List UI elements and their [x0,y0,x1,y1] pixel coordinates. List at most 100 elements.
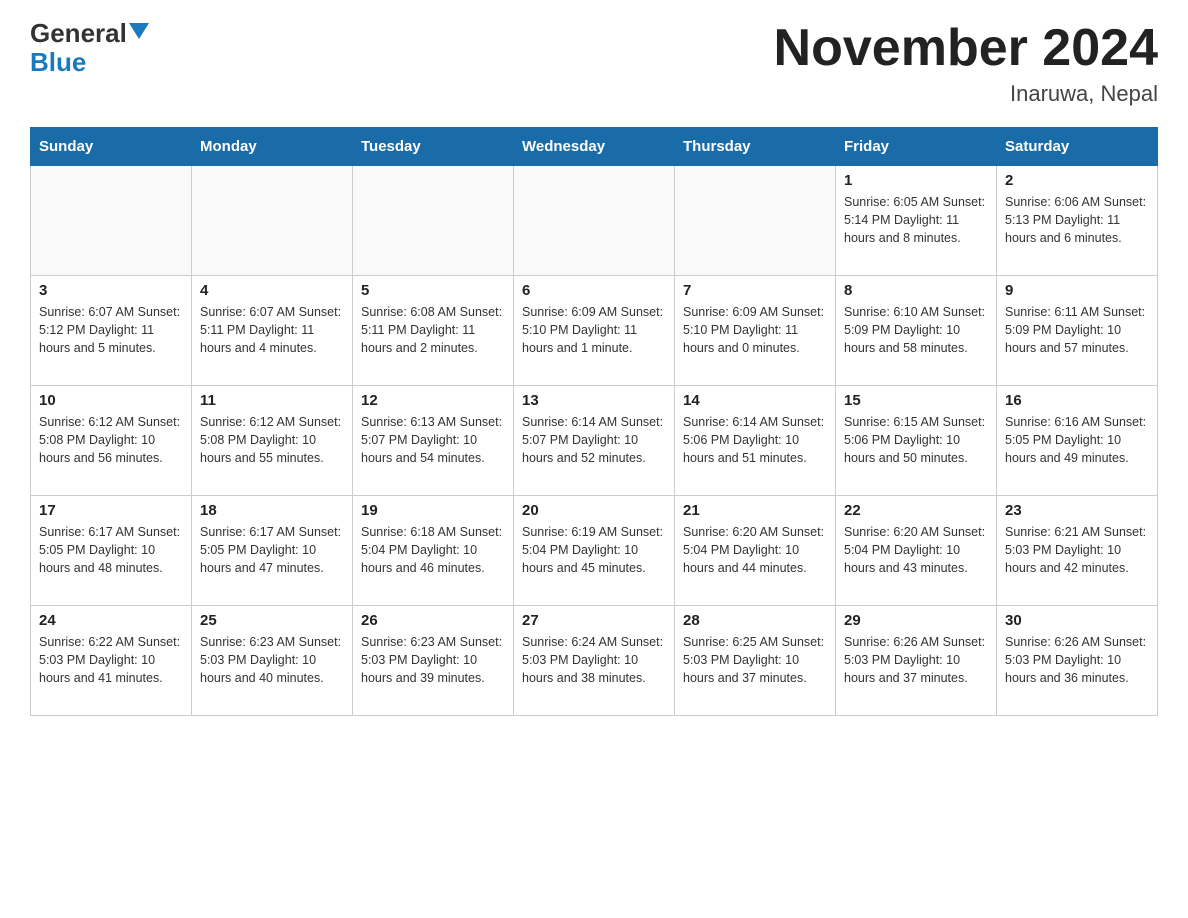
calendar-cell: 5 Sunrise: 6:08 AM Sunset: 5:11 PM Daylig… [353,276,514,386]
day-number: 6 [522,282,666,299]
day-info: Sunrise: 6:12 AM Sunset: 5:08 PM Dayligh… [200,413,344,467]
calendar-cell: 10 Sunrise: 6:12 AM Sunset: 5:08 PM Dayli… [31,386,192,496]
day-header-sunday: Sunday [31,128,192,166]
day-number: 8 [844,282,988,299]
calendar-cell: 24 Sunrise: 6:22 AM Sunset: 5:03 PM Dayli… [31,606,192,716]
title-area: November 2024 Inaruwa, Nepal [774,20,1158,107]
day-info: Sunrise: 6:20 AM Sunset: 5:04 PM Dayligh… [844,523,988,577]
day-header-tuesday: Tuesday [353,128,514,166]
day-info: Sunrise: 6:26 AM Sunset: 5:03 PM Dayligh… [1005,633,1149,687]
day-info: Sunrise: 6:23 AM Sunset: 5:03 PM Dayligh… [361,633,505,687]
calendar-cell [353,166,514,276]
day-number: 9 [1005,282,1149,299]
day-info: Sunrise: 6:12 AM Sunset: 5:08 PM Dayligh… [39,413,183,467]
calendar-cell: 11 Sunrise: 6:12 AM Sunset: 5:08 PM Dayli… [192,386,353,496]
calendar-cell [514,166,675,276]
calendar-cell: 13Sunrise: 6:14 AM Sunset: 5:07 PM Dayli… [514,386,675,496]
calendar-week-row: 3 Sunrise: 6:07 AM Sunset: 5:12 PM Daylig… [31,276,1158,386]
day-header-thursday: Thursday [675,128,836,166]
day-header-friday: Friday [836,128,997,166]
day-info: Sunrise: 6:05 AM Sunset: 5:14 PM Dayligh… [844,193,988,247]
calendar-week-row: 17 Sunrise: 6:17 AM Sunset: 5:05 PM Dayli… [31,496,1158,606]
calendar-cell: 14 Sunrise: 6:14 AM Sunset: 5:06 PM Dayli… [675,386,836,496]
day-number: 16 [1005,392,1149,409]
calendar-cell: 16 Sunrise: 6:16 AM Sunset: 5:05 PM Dayli… [997,386,1158,496]
calendar-cell: 3 Sunrise: 6:07 AM Sunset: 5:12 PM Daylig… [31,276,192,386]
day-number: 28 [683,612,827,629]
day-number: 5 [361,282,505,299]
location-subtitle: Inaruwa, Nepal [774,81,1158,107]
day-number: 20 [522,502,666,519]
logo: General Blue [30,20,149,75]
day-info: Sunrise: 6:25 AM Sunset: 5:03 PM Dayligh… [683,633,827,687]
day-number: 30 [1005,612,1149,629]
day-number: 24 [39,612,183,629]
day-header-wednesday: Wednesday [514,128,675,166]
calendar-table: SundayMondayTuesdayWednesdayThursdayFrid… [30,127,1158,716]
calendar-week-row: 24 Sunrise: 6:22 AM Sunset: 5:03 PM Dayli… [31,606,1158,716]
day-header-monday: Monday [192,128,353,166]
calendar-cell: 22 Sunrise: 6:20 AM Sunset: 5:04 PM Dayli… [836,496,997,606]
calendar-cell: 21 Sunrise: 6:20 AM Sunset: 5:04 PM Dayli… [675,496,836,606]
day-info: Sunrise: 6:13 AM Sunset: 5:07 PM Dayligh… [361,413,505,467]
calendar-cell: 26 Sunrise: 6:23 AM Sunset: 5:03 PM Dayli… [353,606,514,716]
calendar-cell: 20Sunrise: 6:19 AM Sunset: 5:04 PM Dayli… [514,496,675,606]
day-info: Sunrise: 6:23 AM Sunset: 5:03 PM Dayligh… [200,633,344,687]
day-info: Sunrise: 6:17 AM Sunset: 5:05 PM Dayligh… [200,523,344,577]
day-number: 12 [361,392,505,409]
calendar-cell: 7 Sunrise: 6:09 AM Sunset: 5:10 PM Daylig… [675,276,836,386]
day-number: 18 [200,502,344,519]
day-info: Sunrise: 6:18 AM Sunset: 5:04 PM Dayligh… [361,523,505,577]
day-number: 10 [39,392,183,409]
day-number: 7 [683,282,827,299]
day-info: Sunrise: 6:20 AM Sunset: 5:04 PM Dayligh… [683,523,827,577]
day-number: 1 [844,172,988,189]
calendar-header-row: SundayMondayTuesdayWednesdayThursdayFrid… [31,128,1158,166]
month-title: November 2024 [774,20,1158,77]
day-number: 29 [844,612,988,629]
calendar-cell: 23Sunrise: 6:21 AM Sunset: 5:03 PM Dayli… [997,496,1158,606]
day-info: Sunrise: 6:22 AM Sunset: 5:03 PM Dayligh… [39,633,183,687]
calendar-cell [31,166,192,276]
day-info: Sunrise: 6:07 AM Sunset: 5:11 PM Dayligh… [200,303,344,357]
day-info: Sunrise: 6:06 AM Sunset: 5:13 PM Dayligh… [1005,193,1149,247]
day-info: Sunrise: 6:08 AM Sunset: 5:11 PM Dayligh… [361,303,505,357]
logo-line1: General [30,20,149,47]
day-number: 3 [39,282,183,299]
calendar-week-row: 10 Sunrise: 6:12 AM Sunset: 5:08 PM Dayli… [31,386,1158,496]
calendar-cell: 25 Sunrise: 6:23 AM Sunset: 5:03 PM Dayli… [192,606,353,716]
day-info: Sunrise: 6:17 AM Sunset: 5:05 PM Dayligh… [39,523,183,577]
day-number: 17 [39,502,183,519]
day-info: Sunrise: 6:11 AM Sunset: 5:09 PM Dayligh… [1005,303,1149,357]
day-number: 25 [200,612,344,629]
day-info: Sunrise: 6:10 AM Sunset: 5:09 PM Dayligh… [844,303,988,357]
calendar-cell: 27Sunrise: 6:24 AM Sunset: 5:03 PM Dayli… [514,606,675,716]
calendar-cell: 19Sunrise: 6:18 AM Sunset: 5:04 PM Dayli… [353,496,514,606]
calendar-cell: 29 Sunrise: 6:26 AM Sunset: 5:03 PM Dayli… [836,606,997,716]
day-number: 22 [844,502,988,519]
calendar-cell: 9 Sunrise: 6:11 AM Sunset: 5:09 PM Daylig… [997,276,1158,386]
calendar-cell: 30 Sunrise: 6:26 AM Sunset: 5:03 PM Dayli… [997,606,1158,716]
day-number: 14 [683,392,827,409]
day-info: Sunrise: 6:14 AM Sunset: 5:07 PM Dayligh… [522,413,666,467]
day-header-saturday: Saturday [997,128,1158,166]
calendar-week-row: 1 Sunrise: 6:05 AM Sunset: 5:14 PM Daylig… [31,166,1158,276]
calendar-cell: 6 Sunrise: 6:09 AM Sunset: 5:10 PM Daylig… [514,276,675,386]
day-info: Sunrise: 6:14 AM Sunset: 5:06 PM Dayligh… [683,413,827,467]
calendar-cell: 18 Sunrise: 6:17 AM Sunset: 5:05 PM Dayli… [192,496,353,606]
calendar-cell: 1 Sunrise: 6:05 AM Sunset: 5:14 PM Daylig… [836,166,997,276]
day-number: 23 [1005,502,1149,519]
calendar-cell: 12 Sunrise: 6:13 AM Sunset: 5:07 PM Dayli… [353,386,514,496]
day-info: Sunrise: 6:09 AM Sunset: 5:10 PM Dayligh… [522,303,666,357]
calendar-cell: 2 Sunrise: 6:06 AM Sunset: 5:13 PM Daylig… [997,166,1158,276]
day-number: 2 [1005,172,1149,189]
day-info: Sunrise: 6:26 AM Sunset: 5:03 PM Dayligh… [844,633,988,687]
day-number: 26 [361,612,505,629]
day-info: Sunrise: 6:24 AM Sunset: 5:03 PM Dayligh… [522,633,666,687]
day-info: Sunrise: 6:09 AM Sunset: 5:10 PM Dayligh… [683,303,827,357]
logo-line2: Blue [30,49,86,75]
day-number: 21 [683,502,827,519]
day-info: Sunrise: 6:07 AM Sunset: 5:12 PM Dayligh… [39,303,183,357]
day-number: 11 [200,392,344,409]
day-info: Sunrise: 6:16 AM Sunset: 5:05 PM Dayligh… [1005,413,1149,467]
